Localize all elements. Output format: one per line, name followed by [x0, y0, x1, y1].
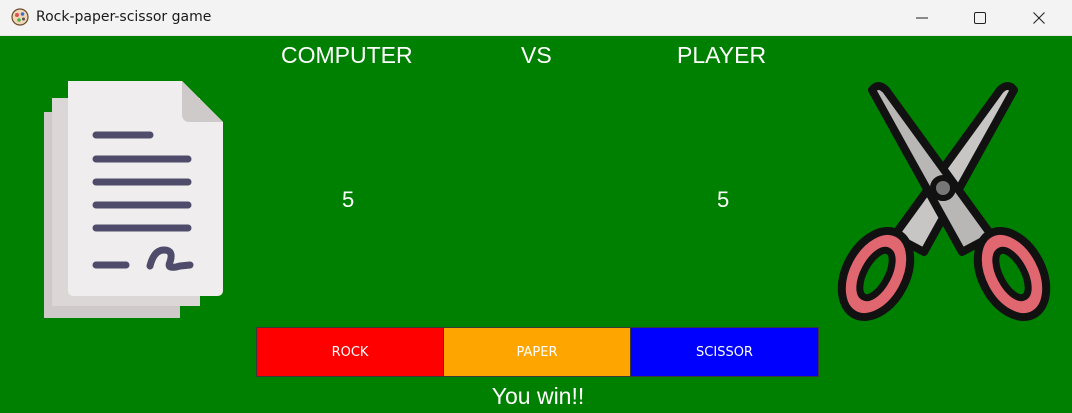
close-button[interactable]	[1014, 0, 1064, 36]
scissor-icon	[837, 82, 1051, 321]
paper-icon	[44, 81, 223, 318]
maximize-icon	[974, 12, 986, 24]
close-icon	[1033, 12, 1045, 24]
vs-heading: VS	[521, 42, 552, 68]
game-window: Rock-paper-scissor game COMPUTER VS PLAY…	[0, 0, 1072, 413]
computer-heading: COMPUTER	[281, 42, 413, 68]
window-title: Rock-paper-scissor game	[36, 9, 212, 25]
minimize-button[interactable]	[897, 0, 947, 36]
title-bar: Rock-paper-scissor game	[0, 0, 1072, 36]
player-heading: PLAYER	[677, 42, 767, 68]
app-icon	[11, 8, 29, 26]
maximize-button[interactable]	[955, 0, 1005, 36]
paper-button[interactable]: PAPER	[443, 327, 631, 377]
rock-button[interactable]: ROCK	[256, 327, 444, 377]
result-message: You win!!	[491, 383, 585, 409]
scissor-button[interactable]: SCISSOR	[630, 327, 819, 377]
minimize-icon	[916, 17, 928, 19]
player-score: 5	[717, 187, 730, 212]
computer-score: 5	[342, 187, 355, 212]
